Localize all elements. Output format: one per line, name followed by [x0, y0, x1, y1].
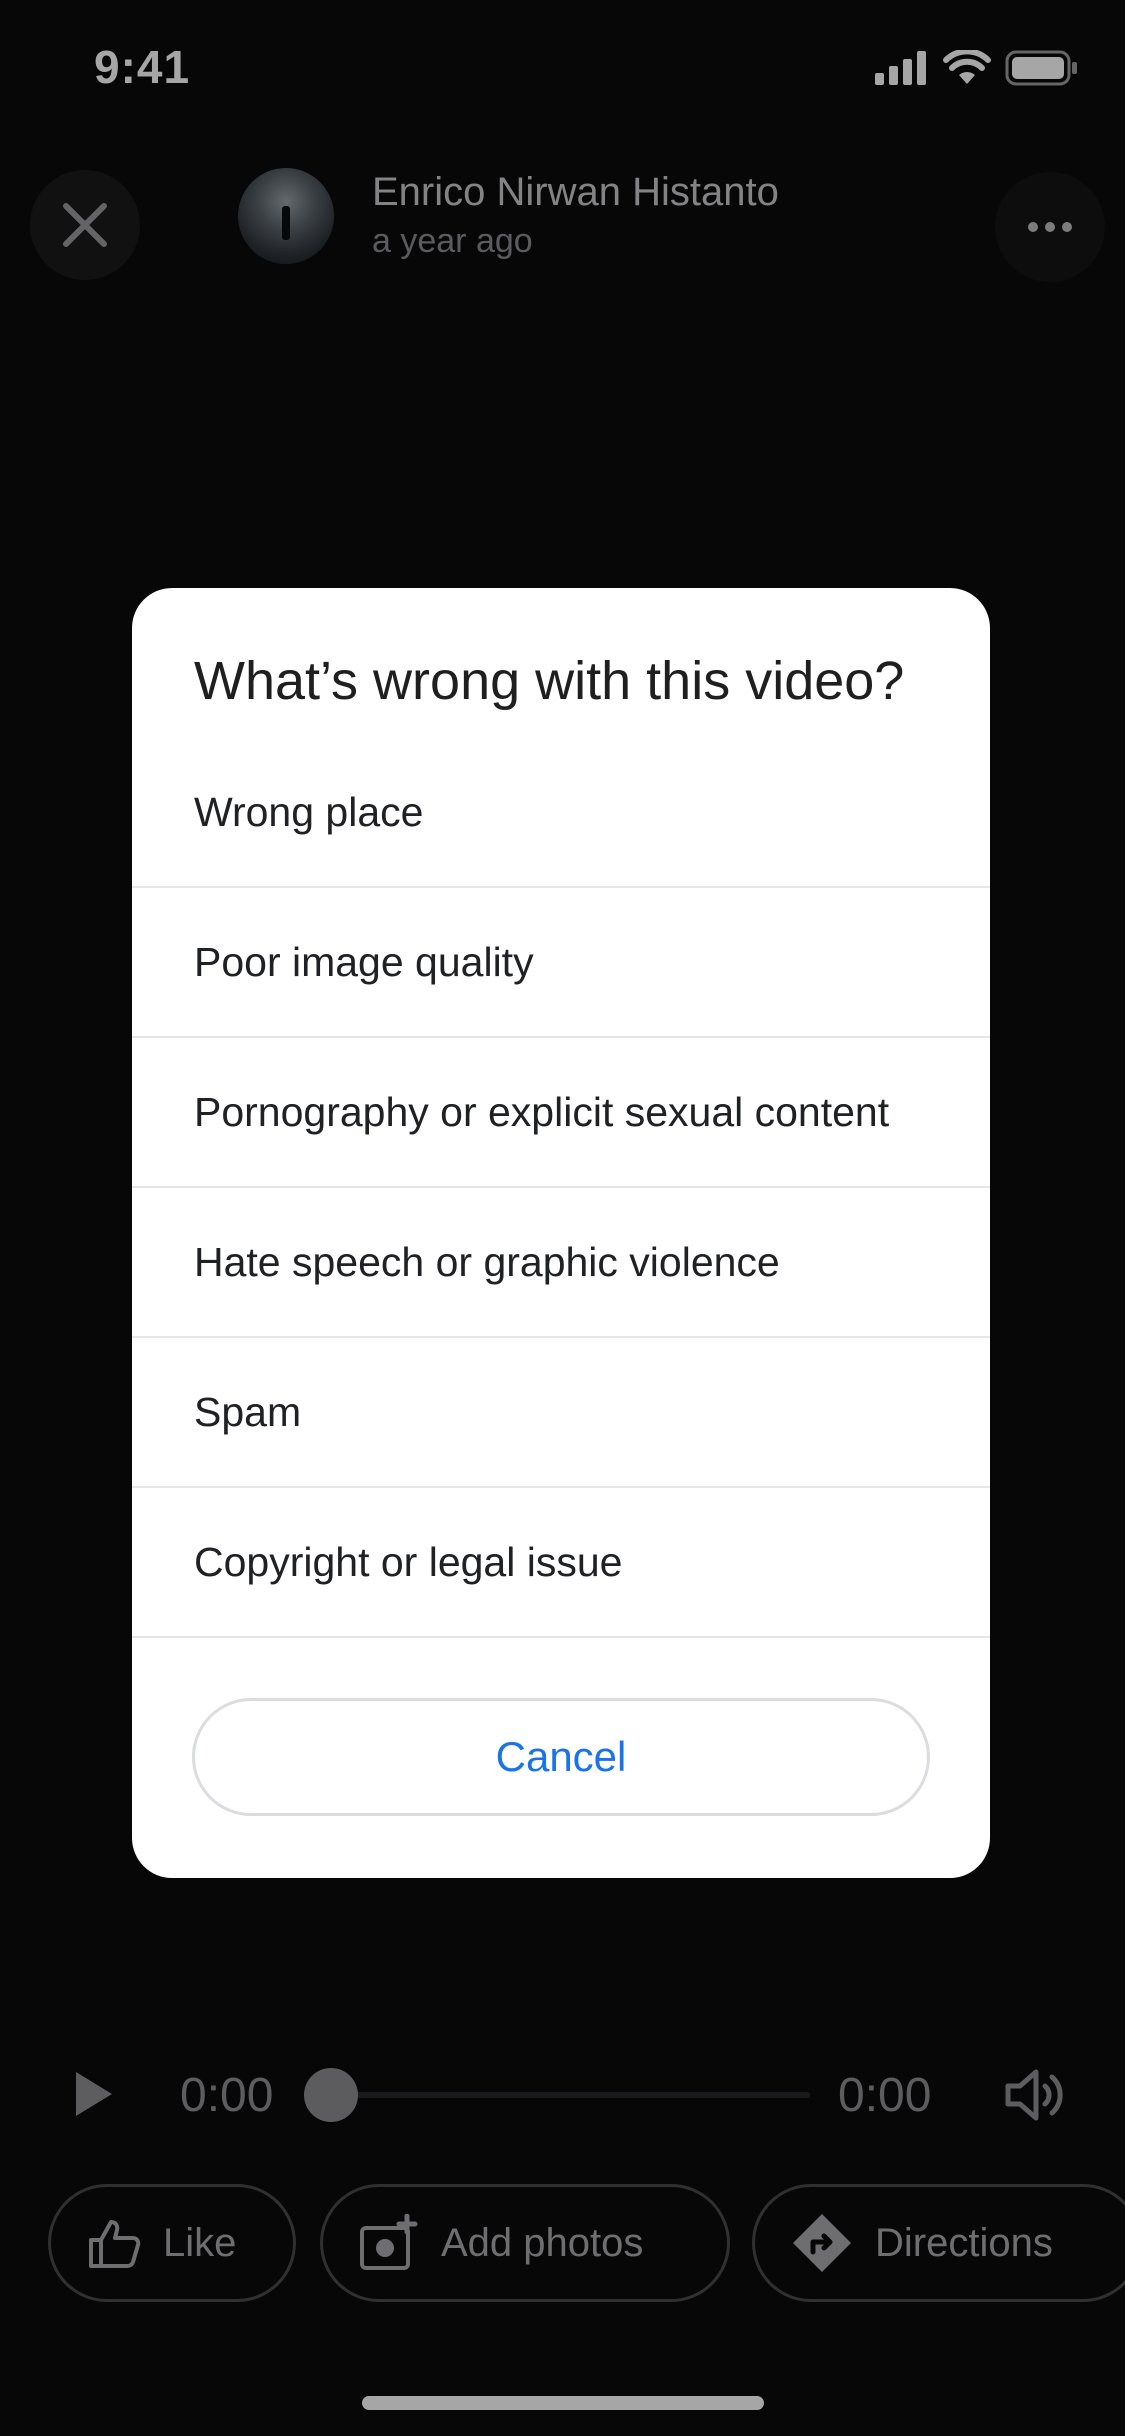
- report-video-dialog: What’s wrong with this video? Wrong plac…: [132, 588, 990, 1878]
- option-spam[interactable]: Spam: [132, 1338, 990, 1488]
- option-wrong-place[interactable]: Wrong place: [132, 738, 990, 888]
- option-explicit-content[interactable]: Pornography or explicit sexual content: [132, 1038, 990, 1188]
- option-hate-speech[interactable]: Hate speech or graphic violence: [132, 1188, 990, 1338]
- option-poor-image-quality[interactable]: Poor image quality: [132, 888, 990, 1038]
- dialog-title: What’s wrong with this video?: [194, 651, 905, 711]
- cancel-button[interactable]: Cancel: [192, 1698, 930, 1816]
- report-options-list: Wrong place Poor image quality Pornograp…: [132, 738, 990, 1638]
- option-copyright[interactable]: Copyright or legal issue: [132, 1488, 990, 1638]
